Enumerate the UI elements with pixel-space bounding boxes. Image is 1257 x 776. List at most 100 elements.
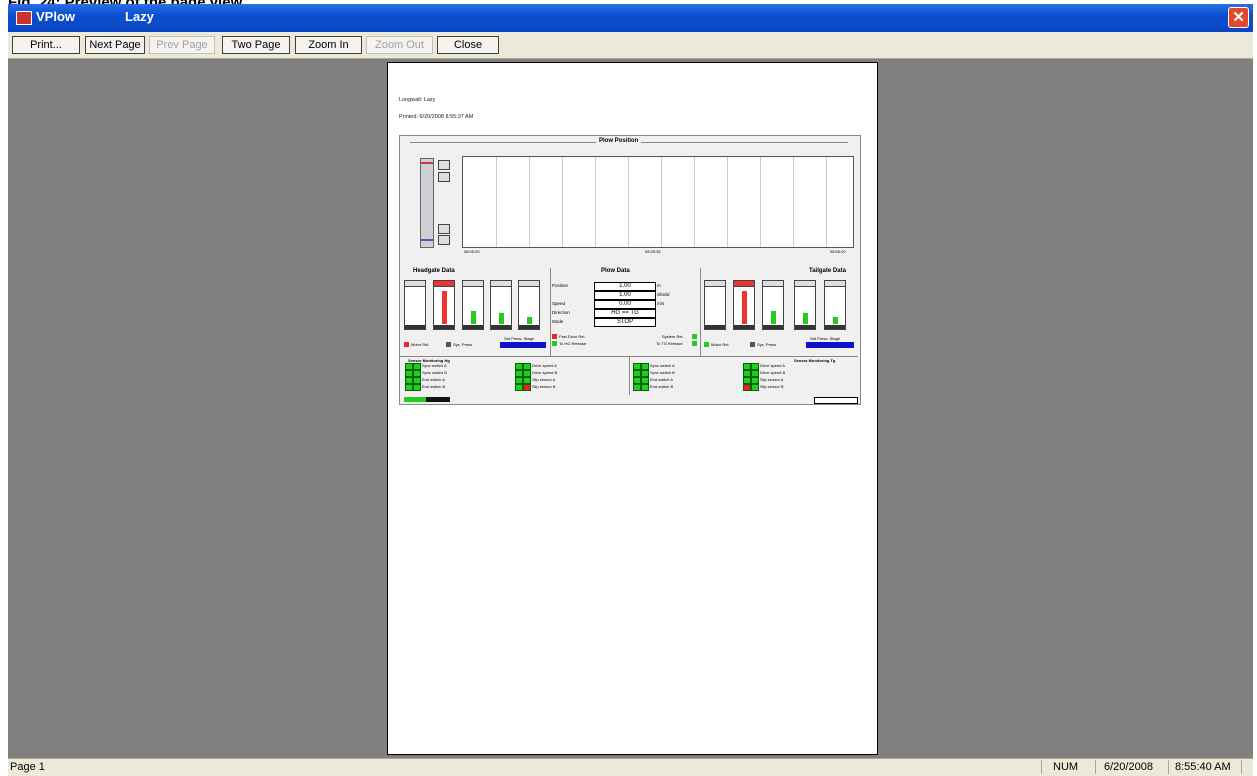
grid-line: [529, 157, 530, 247]
gauge-footer: [825, 325, 845, 329]
gauge-header: [734, 281, 754, 287]
shield-value: 1.00: [594, 291, 656, 300]
gauge-footer: [519, 325, 539, 329]
fast-drive-label: Fast Drive Rel.: [559, 334, 586, 339]
grid-line: [826, 157, 827, 247]
sensor-lamp: [743, 377, 751, 384]
app-title: VPlow: [36, 9, 76, 24]
grid-line: [661, 157, 662, 247]
gauge-footer: [795, 325, 815, 329]
grid-line: [595, 157, 596, 247]
plow-data-section: Plow Data Position 1.00 m 1.00 Shield Sp…: [550, 268, 701, 356]
gauge-top-marker: [421, 162, 433, 164]
sensor-lamp: [405, 370, 413, 377]
sensor-lamp: [743, 370, 751, 377]
tg-end-b: End switch B: [650, 384, 674, 389]
two-page-button[interactable]: Two Page: [222, 36, 290, 54]
next-page-button[interactable]: Next Page: [85, 36, 145, 54]
sensor-lamp: [413, 370, 421, 377]
plow-position-chart: [462, 156, 854, 248]
tg-end-a: End switch A: [650, 377, 673, 382]
to-hg-indicator: [552, 341, 557, 346]
direction-label: Direction: [552, 310, 570, 315]
tailgate-gauge: [794, 280, 816, 330]
gauge-bottom-marker: [421, 239, 433, 241]
status-date: 6/20/2008: [1104, 761, 1153, 773]
print-preview-toolbar: Print... Next Page Prev Page Two Page Zo…: [8, 32, 1253, 59]
hg-shearer-icon: [438, 160, 450, 170]
gauge-footer: [705, 325, 725, 329]
sensor-lamp: [515, 370, 523, 377]
preview-page: Longwall: Lazy Printed: 6/20/2008 8:55:3…: [387, 62, 878, 755]
close-window-button[interactable]: ✕: [1228, 7, 1249, 28]
prev-page-button[interactable]: Prev Page: [149, 36, 215, 54]
data-row: Headgate Data Motor Rel. Sys. Press Std …: [400, 268, 858, 356]
page-heading: Longwall: Lazy: [399, 97, 436, 103]
zoom-out-button[interactable]: Zoom Out: [366, 36, 433, 54]
hg-end-b: End switch B: [422, 384, 446, 389]
sensor-lamp: [633, 377, 641, 384]
sensor-lamp: [413, 377, 421, 384]
hg-sync-b: Sync switch B: [422, 370, 447, 375]
speed-unit: m/s: [657, 301, 665, 306]
to-tg-indicator: [692, 341, 697, 346]
system-rel-indicator: [692, 334, 697, 339]
sensor-lamp: [751, 370, 759, 377]
sensor-lamp: [743, 384, 751, 391]
gauge-bar: [442, 291, 447, 324]
gauge-footer: [763, 325, 783, 329]
sensor-lamp: [413, 384, 421, 391]
plow-position-title: Plow Position: [596, 138, 642, 144]
sensor-lamp: [405, 384, 413, 391]
gauge-header: [463, 281, 483, 287]
gauge-footer: [463, 325, 483, 329]
sensor-lamp: [515, 363, 523, 370]
tg-sys-press-label: Sys. Press: [757, 342, 777, 347]
tailgate-gauge: [762, 280, 784, 330]
gauge-header: [405, 281, 425, 287]
sensor-lamp: [751, 377, 759, 384]
close-preview-button[interactable]: Close: [437, 36, 499, 54]
plow-position-section: Plow Position 08:05:00 08:05:35 08:55:00: [400, 136, 858, 266]
gauge-bar: [803, 313, 808, 324]
gauge-bar: [499, 313, 504, 324]
gauge-header: [491, 281, 511, 287]
gauge-bar: [527, 317, 532, 324]
position-value: 1.00: [594, 282, 656, 291]
sensor-monitoring-row: Sensor Monitoring Hg Sensor Monitoring T…: [400, 356, 858, 395]
tg-std-press-label: Std Press. Stage: [810, 336, 841, 341]
tg-motor-rel-label: Motor Rel.: [711, 342, 730, 347]
tg-slip-a: Slip sensor A: [760, 377, 784, 382]
hg-sync-icon: [438, 172, 450, 182]
tg-slip-b: Slip sensor B: [760, 384, 784, 389]
direction-value: HG == TG: [594, 309, 656, 318]
headgate-gauge: [462, 280, 484, 330]
tg-drive-a: Drive speed A: [760, 363, 785, 368]
gauge-footer: [491, 325, 511, 329]
grid-line: [793, 157, 794, 247]
position-label: Position: [552, 283, 569, 288]
sensor-lamp: [523, 384, 531, 391]
status-page: Page 1: [10, 761, 45, 773]
zoom-in-button[interactable]: Zoom In: [295, 36, 362, 54]
gauge-footer: [405, 325, 425, 329]
preview-area[interactable]: Longwall: Lazy Printed: 6/20/2008 8:55:3…: [8, 59, 1253, 758]
headgate-title: Headgate Data: [410, 268, 458, 274]
headgate-gauge: [518, 280, 540, 330]
fast-drive-indicator: [552, 334, 557, 339]
tg-sync-icon: [438, 224, 450, 234]
motor-rel-label: Motor Rel.: [411, 342, 430, 347]
gauge-header: [763, 281, 783, 287]
status-time: 8:55:40 AM: [1175, 761, 1231, 773]
sensor-lamp: [751, 384, 759, 391]
status-separator: [1041, 760, 1042, 774]
tg-sys-press-indicator: [750, 342, 755, 347]
sensor-lamp: [751, 363, 759, 370]
status-num: NUM: [1053, 761, 1079, 773]
to-hg-label: To HG Release: [559, 341, 587, 346]
print-button[interactable]: Print...: [12, 36, 80, 54]
grid-line: [694, 157, 695, 247]
motor-rel-indicator: [404, 342, 409, 347]
chart-tick-label: 08:05:00: [464, 249, 480, 254]
hg-end-a: End switch A: [422, 377, 445, 382]
